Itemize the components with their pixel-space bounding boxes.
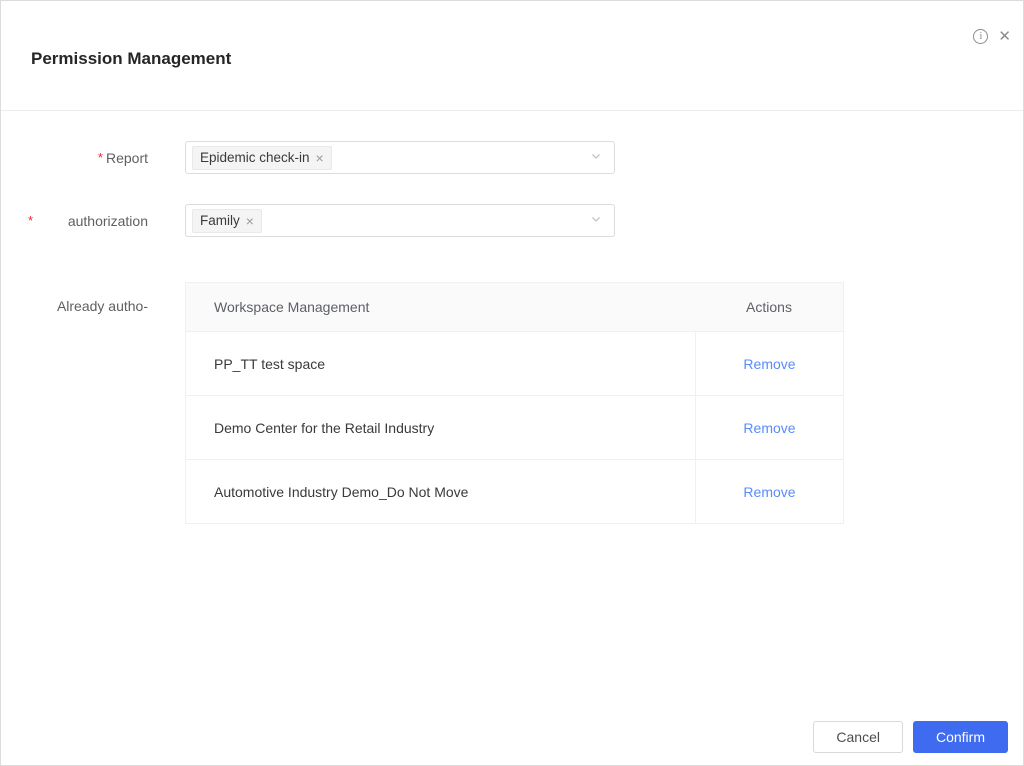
remove-link[interactable]: Remove bbox=[743, 484, 795, 500]
authorized-workspaces-table: Workspace Management Actions PP_TT test … bbox=[185, 282, 844, 524]
authorization-tag-label: Family bbox=[200, 213, 240, 228]
table-row: PP_TT test space Remove bbox=[186, 331, 843, 395]
actions-cell: Remove bbox=[695, 396, 843, 459]
workspace-name: PP_TT test space bbox=[214, 355, 326, 372]
remove-link[interactable]: Remove bbox=[743, 356, 795, 372]
form-row-authorized: Already autho- Workspace Management Acti… bbox=[28, 282, 1023, 524]
report-tag-label: Epidemic check-in bbox=[200, 150, 310, 165]
authorization-label: * authorization bbox=[28, 213, 148, 229]
authorized-label-text: Already autho- bbox=[56, 298, 148, 314]
table-row: Automotive Industry Demo_Do Not Move Rem… bbox=[186, 459, 843, 523]
actions-cell: Remove bbox=[695, 332, 843, 395]
authorization-select[interactable]: Family × bbox=[185, 204, 615, 237]
report-selected-tag: Epidemic check-in × bbox=[192, 145, 332, 170]
column-header-workspace: Workspace Management bbox=[214, 299, 370, 315]
report-select[interactable]: Epidemic check-in × bbox=[185, 141, 615, 174]
authorized-label: Already autho- bbox=[28, 282, 148, 314]
dialog-header: Permission Management i ✕ bbox=[1, 1, 1023, 111]
table-row: Demo Center for the Retail Industry Remo… bbox=[186, 395, 843, 459]
report-label: * Report bbox=[28, 150, 148, 166]
tag-close-icon[interactable]: × bbox=[316, 151, 324, 165]
form-row-authorization: * authorization Family × bbox=[28, 204, 1023, 237]
remove-link[interactable]: Remove bbox=[743, 420, 795, 436]
header-icons: i ✕ bbox=[973, 29, 1011, 44]
workspace-name: Demo Center for the Retail Industry bbox=[214, 419, 435, 436]
close-icon[interactable]: ✕ bbox=[998, 29, 1011, 44]
info-icon[interactable]: i bbox=[973, 29, 989, 44]
tag-close-icon[interactable]: × bbox=[246, 214, 254, 228]
dialog-body: * Report Epidemic check-in × * authoriza… bbox=[1, 111, 1023, 717]
actions-cell: Remove bbox=[695, 460, 843, 523]
table-header-row: Workspace Management Actions bbox=[186, 283, 843, 331]
required-asterisk: * bbox=[28, 213, 34, 228]
confirm-button[interactable]: Confirm bbox=[912, 721, 1008, 753]
chevron-down-icon bbox=[590, 149, 602, 167]
form-row-report: * Report Epidemic check-in × bbox=[28, 141, 1023, 174]
authorization-label-text: authorization bbox=[67, 212, 148, 229]
required-asterisk: * bbox=[97, 150, 103, 165]
report-label-text: Report bbox=[105, 149, 148, 166]
cancel-button[interactable]: Cancel bbox=[813, 721, 903, 753]
authorization-selected-tag: Family × bbox=[192, 208, 262, 233]
column-header-actions: Actions bbox=[746, 299, 792, 315]
page-title: Permission Management bbox=[31, 49, 232, 68]
chevron-down-icon bbox=[590, 212, 602, 230]
workspace-name: Automotive Industry Demo_Do Not Move bbox=[214, 483, 469, 500]
permission-management-dialog: Permission Management i ✕ * Report Epide… bbox=[0, 0, 1024, 766]
dialog-footer: Cancel Confirm bbox=[1, 717, 1023, 765]
